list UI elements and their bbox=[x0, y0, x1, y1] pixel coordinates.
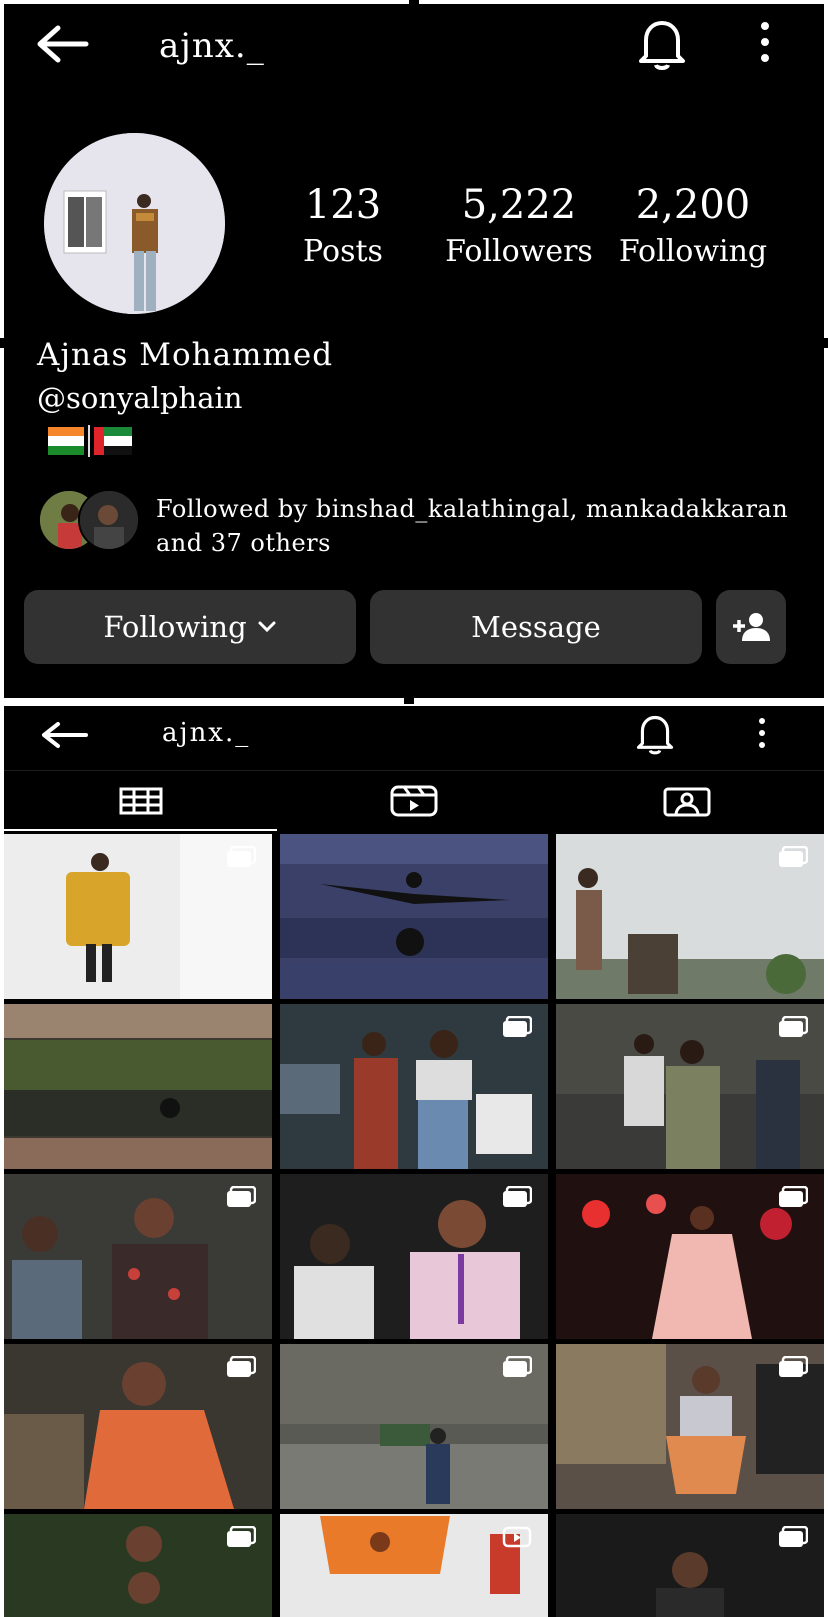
bio-flags bbox=[48, 425, 132, 457]
grid-post[interactable] bbox=[556, 1344, 824, 1509]
person-add-icon bbox=[733, 613, 770, 641]
posts-stat[interactable]: 123 Posts bbox=[268, 182, 418, 269]
grid-post[interactable] bbox=[4, 1344, 272, 1509]
crop-mark bbox=[0, 338, 6, 348]
carousel-icon bbox=[779, 1016, 808, 1037]
chevron-down-icon bbox=[258, 621, 276, 633]
india-flag-icon bbox=[48, 427, 84, 455]
tagged-icon bbox=[663, 787, 710, 817]
grid-post[interactable] bbox=[4, 1004, 272, 1169]
flag-separator bbox=[88, 425, 90, 457]
following-label: Following bbox=[618, 234, 768, 269]
grid-post[interactable] bbox=[280, 1344, 548, 1509]
tab-tagged[interactable] bbox=[550, 771, 823, 831]
carousel-icon bbox=[503, 1186, 532, 1207]
posts-count: 123 bbox=[304, 182, 382, 228]
back-arrow-icon[interactable] bbox=[40, 720, 90, 750]
profile-tabs bbox=[4, 770, 824, 831]
grid-post[interactable] bbox=[4, 1514, 272, 1617]
profile-header-panel: ajnx._ 123 Posts 5,222 Followers 2,200 F… bbox=[4, 4, 824, 698]
uae-flag-icon bbox=[94, 427, 132, 455]
followed-by-line-2: and 37 others bbox=[156, 529, 331, 557]
message-button[interactable]: Message bbox=[370, 590, 702, 664]
following-button-label: Following bbox=[103, 610, 247, 644]
carousel-icon bbox=[779, 1186, 808, 1207]
grid-post[interactable] bbox=[556, 1174, 824, 1339]
profile-grid-panel: ajnx._ bbox=[4, 706, 824, 1617]
crop-mark bbox=[404, 696, 414, 704]
post-image bbox=[280, 834, 548, 999]
mutual-followers-avatars[interactable] bbox=[38, 489, 140, 551]
bell-icon[interactable] bbox=[632, 712, 678, 756]
profile-username: ajnx._ bbox=[159, 26, 265, 66]
followed-by-line-1: Followed by binshad_kalathingal, mankada… bbox=[156, 495, 789, 523]
carousel-icon bbox=[779, 846, 808, 867]
mutual-avatar-2 bbox=[78, 489, 140, 551]
grid-post[interactable] bbox=[280, 1004, 548, 1169]
carousel-icon bbox=[779, 1526, 808, 1547]
followers-label: Followers bbox=[445, 234, 593, 269]
tab-selected-indicator bbox=[4, 829, 277, 831]
following-button[interactable]: Following bbox=[24, 590, 356, 664]
grid-icon bbox=[119, 787, 162, 815]
display-name: Ajnas Mohammed bbox=[37, 337, 334, 373]
grid-post[interactable] bbox=[4, 834, 272, 999]
carousel-icon bbox=[227, 1186, 256, 1207]
carousel-icon bbox=[227, 846, 256, 867]
suggested-people-button[interactable] bbox=[716, 590, 786, 664]
carousel-icon bbox=[503, 1356, 532, 1377]
more-options-icon[interactable] bbox=[756, 716, 768, 750]
profile-username: ajnx._ bbox=[162, 718, 251, 748]
message-button-label: Message bbox=[471, 610, 601, 644]
mutual-avatar-2-photo bbox=[80, 491, 138, 549]
bell-icon[interactable] bbox=[636, 16, 688, 72]
grid-post[interactable] bbox=[556, 834, 824, 999]
grid-post[interactable] bbox=[280, 834, 548, 999]
followers-count: 5,222 bbox=[461, 182, 577, 228]
carousel-icon bbox=[227, 1526, 256, 1547]
grid-post[interactable] bbox=[4, 1174, 272, 1339]
reels-icon bbox=[390, 785, 437, 817]
posts-label: Posts bbox=[303, 234, 383, 269]
avatar-photo bbox=[44, 133, 225, 314]
following-count: 2,200 bbox=[635, 182, 751, 228]
carousel-icon bbox=[779, 1356, 808, 1377]
tab-reels[interactable] bbox=[277, 771, 550, 831]
followers-stat[interactable]: 5,222 Followers bbox=[444, 182, 594, 269]
back-arrow-icon[interactable] bbox=[34, 24, 90, 64]
profile-handle-link[interactable]: @sonyalphain bbox=[37, 381, 242, 415]
grid-post[interactable] bbox=[280, 1514, 548, 1617]
followed-by-text[interactable]: Followed by binshad_kalathingal, mankada… bbox=[156, 492, 816, 560]
carousel-icon bbox=[227, 1356, 256, 1377]
following-stat[interactable]: 2,200 Following bbox=[618, 182, 768, 269]
grid-post[interactable] bbox=[556, 1514, 824, 1617]
crop-mark bbox=[822, 338, 828, 348]
more-options-icon[interactable] bbox=[757, 20, 773, 64]
post-image bbox=[4, 1004, 272, 1169]
reels-icon bbox=[502, 1526, 532, 1548]
grid-post[interactable] bbox=[280, 1174, 548, 1339]
profile-avatar[interactable] bbox=[44, 133, 225, 314]
tab-posts-grid[interactable] bbox=[4, 771, 277, 831]
carousel-icon bbox=[503, 1016, 532, 1037]
grid-post[interactable] bbox=[556, 1004, 824, 1169]
crop-mark bbox=[409, 0, 419, 10]
